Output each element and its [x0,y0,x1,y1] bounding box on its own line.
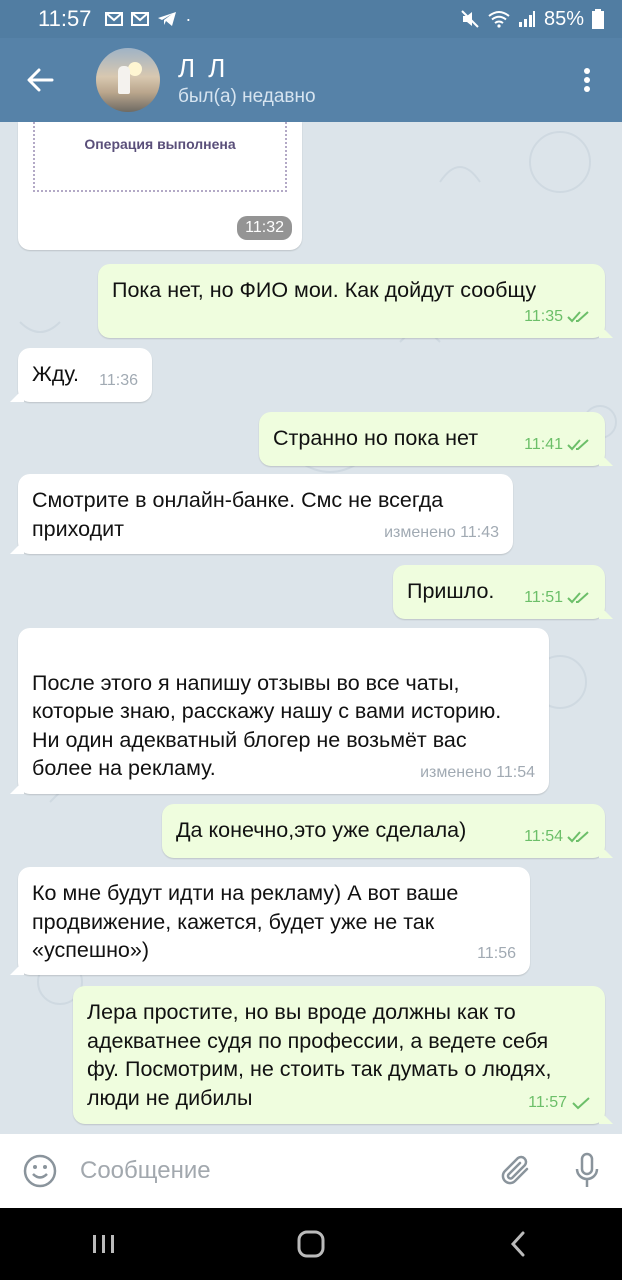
message-time: 11:54 [524,827,563,845]
double-check-icon [567,831,589,843]
mic-icon [575,1152,599,1187]
image-message[interactable]: Операция выполнена 11:32 [18,122,302,250]
chat-title-block[interactable]: Л Л был(а) недавно [178,53,316,108]
message-time: 11:51 [524,588,563,606]
back-nav-icon [511,1231,525,1257]
double-check-icon [567,311,589,323]
message-time: 11:35 [524,307,563,325]
mail-icon [131,12,150,26]
voice-message-button[interactable] [552,1134,622,1208]
mail-icon [105,12,124,26]
message-text: Пока нет, но ФИО мои. Как дойдут сообщу [112,278,537,302]
back-arrow-icon [27,68,54,92]
system-back-button[interactable] [458,1208,578,1280]
notification-icons: · [105,9,191,30]
status-dot: · [185,8,192,29]
emoji-icon [23,1154,57,1188]
message-outgoing[interactable]: Да конечно,это уже сделала) 11:54 [162,804,605,858]
message-time: изменено 11:54 [420,763,535,781]
system-navigation-bar [0,1208,622,1280]
message-text: Жду. [32,362,79,386]
avatar[interactable] [96,48,160,112]
more-vert-icon [584,68,590,92]
chat-title: Л Л [178,52,229,83]
attach-icon [501,1155,529,1185]
chat-last-seen: был(а) недавно [178,85,316,107]
home-button[interactable] [251,1208,371,1280]
wifi-icon [488,11,510,28]
check-icon [572,1097,590,1110]
status-bar: 11:57 · 85% [0,0,622,38]
telegram-icon [158,12,177,26]
message-incoming[interactable]: Ко мне будут идти на рекламу) А вот ваше… [18,867,530,975]
message-time: 11:56 [477,944,516,962]
message-time: 11:41 [524,435,563,453]
status-time: 11:57 [38,6,92,31]
message-time: 11:32 [237,216,292,240]
message-list[interactable]: Операция выполнена 11:32 Пока нет, но ФИ… [0,122,622,1134]
message-incoming[interactable]: Жду. 11:36 [18,348,152,402]
more-options-button[interactable] [552,38,622,122]
attach-button[interactable] [482,1134,552,1208]
message-input-bar [0,1134,622,1208]
battery-percent: 85% [543,7,584,30]
recent-apps-button[interactable] [44,1208,164,1280]
message-outgoing[interactable]: Лера простите, но вы вроде должны как то… [73,986,605,1124]
double-check-icon [567,439,589,451]
message-input[interactable] [80,1157,482,1185]
message-text: Да конечно,это уже сделала) [176,818,467,842]
battery-icon [592,9,604,29]
receipt-image: Операция выполнена [33,122,287,192]
message-time: 11:57 [528,1093,567,1111]
message-incoming[interactable]: После этого я напишу отзывы во все чаты,… [18,628,549,794]
message-time: изменено 11:43 [384,523,499,541]
double-check-icon [567,592,589,604]
home-icon [297,1230,325,1258]
message-incoming[interactable]: Смотрите в онлайн-банке. Смс не всегда п… [18,474,513,554]
message-text: Пришло. [407,579,495,603]
recent-apps-icon [92,1235,114,1253]
message-text: Странно но пока нет [273,426,479,450]
mute-icon [461,10,479,28]
emoji-button[interactable] [0,1134,80,1208]
message-text: Лера простите, но вы вроде должны как то… [87,1000,552,1110]
message-outgoing[interactable]: Пришло. 11:51 [393,565,605,619]
message-text: Ко мне будут идти на рекламу) А вот ваше… [32,881,459,962]
message-outgoing[interactable]: Пока нет, но ФИО мои. Как дойдут сообщу … [98,264,605,338]
chat-header: Л Л был(а) недавно [0,38,622,122]
message-outgoing[interactable]: Странно но пока нет 11:41 [259,412,605,466]
back-button[interactable] [0,38,80,122]
message-time: 11:36 [99,371,138,389]
signal-icon [518,11,535,27]
receipt-text: Операция выполнена [84,136,236,152]
